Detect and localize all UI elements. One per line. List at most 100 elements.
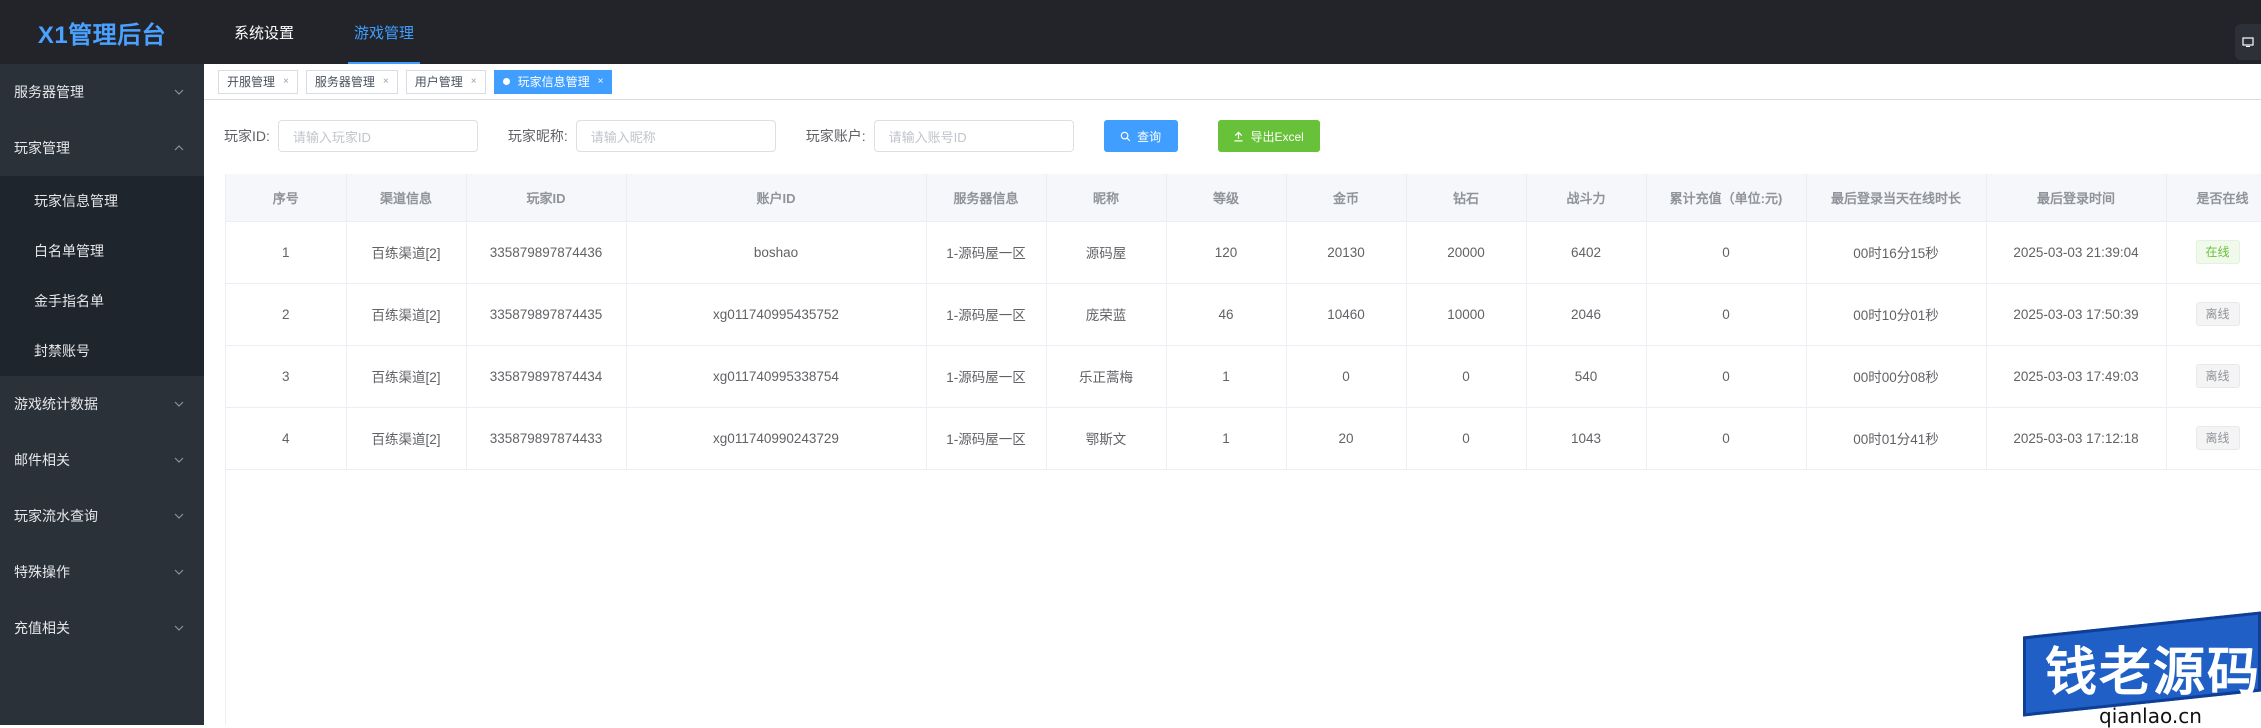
table-cell: 离线 (2166, 345, 2261, 408)
sidebar-item-label: 特殊操作 (14, 564, 70, 580)
table-cell: xg011740995338754 (626, 345, 927, 408)
screen-icon[interactable] (2235, 24, 2261, 60)
close-icon[interactable]: × (471, 76, 477, 87)
table-cell: xg011740995435752 (626, 283, 927, 346)
top-navbar: X1管理后台 系统设置 游戏管理 (0, 0, 2261, 64)
sidebar-item-label: 玩家管理 (14, 140, 70, 156)
chevron-down-icon (174, 89, 184, 95)
table-cell: 1043 (1526, 407, 1647, 470)
search-button-label: 查询 (1137, 129, 1162, 144)
sidebar-item-banned-accounts[interactable]: 封禁账号 (0, 326, 204, 376)
table-cell: 10000 (1406, 283, 1527, 346)
chevron-down-icon (174, 457, 184, 463)
table-cell: 00时01分41秒 (1806, 407, 1987, 470)
table-cell: 离线 (2166, 407, 2261, 470)
sidebar-item-game-stats[interactable]: 游戏统计数据 (0, 376, 204, 432)
export-button-label: 导出Excel (1250, 129, 1304, 144)
table-cell: 335879897874435 (466, 283, 627, 346)
player-id-input[interactable]: 请输入玩家ID (277, 120, 478, 152)
table-cell: 20130 (1286, 221, 1407, 284)
table-cell: 0 (1646, 283, 1807, 346)
active-dot-icon (502, 78, 510, 85)
close-icon[interactable]: × (283, 76, 289, 87)
sidebar-item-server-management[interactable]: 服务器管理 (0, 64, 204, 120)
topnav-game-management[interactable]: 游戏管理 (324, 0, 444, 64)
table-cell: 庞荣蓝 (1046, 283, 1167, 346)
sidebar-item-whitelist[interactable]: 白名单管理 (0, 226, 204, 276)
tab-player-info[interactable]: 玩家信息管理 × (493, 69, 613, 94)
sidebar-item-cheat-list[interactable]: 金手指名单 (0, 276, 204, 326)
account-input[interactable]: 请输入账号ID (873, 120, 1074, 152)
status-badge-offline: 离线 (2195, 426, 2240, 450)
chevron-up-icon (174, 145, 184, 151)
export-excel-button[interactable]: 导出Excel (1217, 120, 1320, 152)
table-cell: 20 (1286, 407, 1407, 470)
column-header: 钻石 (1406, 174, 1527, 222)
table-cell: 百练渠道[2] (346, 407, 467, 470)
table-cell: 46 (1166, 283, 1287, 346)
watermark-url: qianlao.cn (2099, 704, 2202, 728)
table-cell: 0 (1406, 407, 1527, 470)
close-icon[interactable]: × (383, 76, 389, 87)
column-header: 序号 (226, 174, 347, 222)
chevron-down-icon (174, 513, 184, 519)
table-cell: 1 (1166, 407, 1287, 470)
nickname-input[interactable]: 请输入昵称 (575, 120, 776, 152)
status-badge-offline: 离线 (2195, 302, 2240, 326)
search-icon (1120, 131, 1131, 141)
table-row[interactable]: 3 百练渠道[2] 335879897874434 xg011740995338… (226, 345, 2261, 408)
account-label: 玩家账户: (805, 128, 866, 144)
player-id-label: 玩家ID: (224, 128, 270, 144)
table-row[interactable]: 2 百练渠道[2] 335879897874435 xg011740995435… (226, 283, 2261, 346)
table-cell: 1-源码屋一区 (926, 283, 1047, 346)
sidebar-item-player-management[interactable]: 玩家管理 (0, 120, 204, 176)
tab-label: 用户管理 (414, 75, 463, 89)
tab-user-management[interactable]: 用户管理 × (405, 69, 486, 94)
sidebar-item-player-flow[interactable]: 玩家流水查询 (0, 488, 204, 544)
table-cell: 源码屋 (1046, 221, 1167, 284)
chevron-down-icon (174, 569, 184, 575)
table-cell: 2025-03-03 17:50:39 (1986, 283, 2167, 346)
tab-open-server[interactable]: 开服管理 × (218, 69, 298, 94)
sidebar-item-mail[interactable]: 邮件相关 (0, 432, 204, 488)
close-icon[interactable]: × (598, 76, 604, 87)
sidebar-item-special-ops[interactable]: 特殊操作 (0, 544, 204, 600)
table-cell: 00时16分15秒 (1806, 221, 1987, 284)
top-nav: 系统设置 游戏管理 (204, 0, 444, 64)
table-cell: 120 (1166, 221, 1287, 284)
column-header: 最后登录时间 (1986, 174, 2167, 222)
table-cell: 1 (1166, 345, 1287, 408)
sidebar-item-label: 玩家流水查询 (14, 508, 98, 524)
table-cell: xg011740990243729 (626, 407, 927, 470)
column-header: 昵称 (1046, 174, 1167, 222)
tab-server-management[interactable]: 服务器管理 × (305, 69, 398, 94)
chevron-down-icon (174, 625, 184, 631)
sidebar-item-label: 服务器管理 (14, 84, 84, 100)
table-cell: 2025-03-03 17:49:03 (1986, 345, 2167, 408)
table-cell: 540 (1526, 345, 1647, 408)
table-cell: 2025-03-03 21:39:04 (1986, 221, 2167, 284)
table-cell: 0 (1646, 345, 1807, 408)
tags-view: 开服管理 × 服务器管理 × 用户管理 × 玩家信息管理 × (204, 64, 2261, 100)
tab-label: 玩家信息管理 (517, 75, 590, 89)
table-cell: 1-源码屋一区 (926, 407, 1047, 470)
table-cell: 百练渠道[2] (346, 283, 467, 346)
sidebar-item-recharge[interactable]: 充值相关 (0, 600, 204, 656)
topnav-system-settings[interactable]: 系统设置 (204, 0, 324, 64)
status-badge-online: 在线 (2195, 240, 2240, 264)
search-button[interactable]: 查询 (1103, 120, 1178, 152)
app-logo-title: X1管理后台 (37, 21, 167, 49)
table-cell: 00时10分01秒 (1806, 283, 1987, 346)
table-cell: 10460 (1286, 283, 1407, 346)
table-row[interactable]: 4 百练渠道[2] 335879897874433 xg011740990243… (226, 407, 2261, 470)
column-header: 最后登录当天在线时长 (1806, 174, 1987, 222)
table-cell: 0 (1406, 345, 1527, 408)
status-badge-offline: 离线 (2195, 364, 2240, 388)
tab-label: 开服管理 (227, 75, 276, 89)
table-row[interactable]: 1 百练渠道[2] 335879897874436 boshao 1-源码屋一区… (226, 221, 2261, 284)
column-header: 账户ID (626, 174, 927, 222)
table-cell: 2025-03-03 17:12:18 (1986, 407, 2167, 470)
sidebar-item-player-info[interactable]: 玩家信息管理 (0, 176, 204, 226)
sidebar-item-label: 充值相关 (14, 620, 70, 636)
table-cell: 1 (226, 221, 347, 284)
